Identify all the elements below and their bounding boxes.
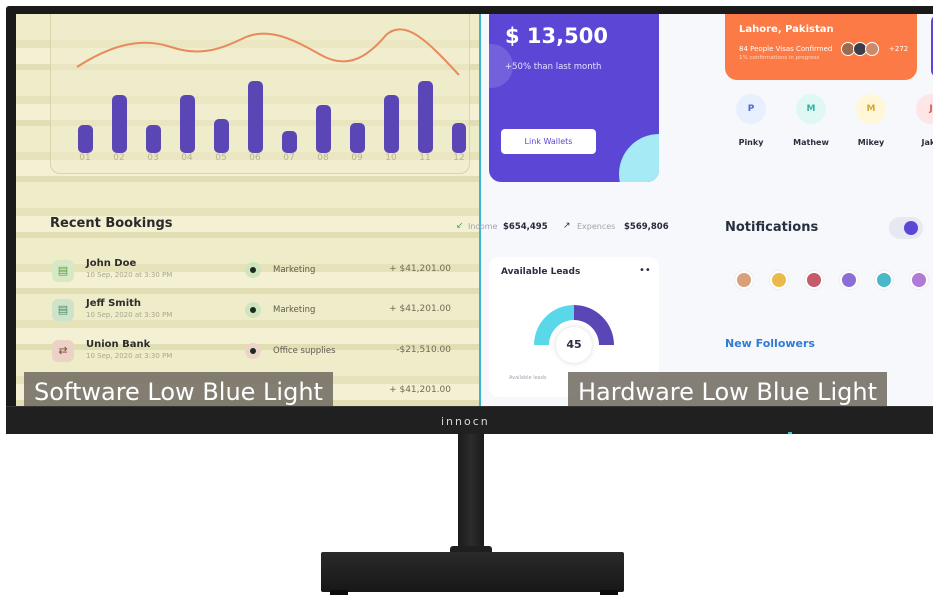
tick-label: 06 bbox=[249, 153, 261, 163]
income-label: Income bbox=[468, 222, 498, 231]
avatar[interactable] bbox=[805, 271, 823, 289]
contact-name: Mathew bbox=[793, 138, 829, 147]
tick-label: 08 bbox=[317, 153, 329, 163]
booking-category: Marketing bbox=[273, 265, 316, 275]
booking-amount: + $41,201.00 bbox=[389, 304, 451, 314]
wallet-card: $ 13,500 +50% than last month Link Walle… bbox=[489, 14, 659, 182]
chart-bar bbox=[112, 95, 127, 153]
monitor-stand-base bbox=[321, 552, 624, 592]
software-filter-panel: 01 02 03 04 05 06 07 08 09 10 11 12 Rece… bbox=[16, 14, 479, 412]
booking-name: Union Bank bbox=[86, 339, 151, 350]
chart-bar bbox=[316, 105, 331, 153]
chart-bar bbox=[452, 123, 466, 153]
location-card: Lahore, Pakistan 84 People Visas Confirm… bbox=[725, 14, 917, 80]
bank-icon: ▤ bbox=[52, 299, 74, 321]
more-count: +272 bbox=[889, 45, 909, 53]
booking-amount: + $41,201.00 bbox=[389, 264, 451, 274]
contact-name: Mikey bbox=[857, 138, 885, 147]
stand-foot bbox=[600, 590, 618, 595]
booking-name: Jeff Smith bbox=[86, 298, 142, 309]
booking-name: John Doe bbox=[86, 258, 137, 269]
recent-bookings-title: Recent Bookings bbox=[50, 216, 173, 231]
avatar[interactable] bbox=[770, 271, 788, 289]
category-dot bbox=[245, 343, 261, 359]
chart-bar bbox=[180, 95, 195, 153]
monitor-screen: 01 02 03 04 05 06 07 08 09 10 11 12 Rece… bbox=[16, 14, 933, 412]
chart-bar bbox=[384, 95, 399, 153]
tick-label: 07 bbox=[283, 153, 295, 163]
contact-pinky[interactable]: P Pinky bbox=[731, 94, 771, 147]
avatar: M bbox=[856, 94, 886, 124]
chart-bar bbox=[78, 125, 93, 153]
power-indicator bbox=[788, 432, 792, 434]
tick-label: 12 bbox=[453, 153, 465, 163]
contact-name: Pinky bbox=[738, 138, 764, 147]
wallet-decoration bbox=[619, 134, 659, 182]
tick-label: 10 bbox=[385, 153, 397, 163]
notifications-title: Notifications bbox=[725, 220, 819, 235]
booking-category: Marketing bbox=[273, 305, 316, 315]
expences-label: Expences bbox=[577, 222, 616, 231]
toggle-knob bbox=[904, 221, 918, 235]
avatar: M bbox=[796, 94, 826, 124]
arrow-up-right-icon: ↗ bbox=[563, 221, 571, 231]
stand-foot bbox=[330, 590, 348, 595]
income-value: $654,495 bbox=[503, 222, 548, 232]
trend-line bbox=[76, 28, 460, 76]
contact-mathew[interactable]: M Mathew bbox=[791, 94, 831, 147]
wallet-amount: $ 13,500 bbox=[505, 24, 608, 48]
chart-bar bbox=[282, 131, 297, 153]
donut-chart bbox=[534, 305, 614, 345]
transfer-icon: ⇄ bbox=[52, 340, 74, 362]
location-note: 1% confirmations in progress bbox=[739, 55, 820, 61]
arrow-down-left-icon: ↙ bbox=[456, 221, 464, 231]
location-subtitle: 84 People Visas Confirmed bbox=[739, 45, 833, 53]
contact-jake[interactable]: J Jake bbox=[911, 94, 933, 147]
avatar[interactable] bbox=[875, 271, 893, 289]
location-title: Lahore, Pakistan bbox=[739, 24, 834, 35]
monitor-stand-neck bbox=[458, 434, 484, 552]
booking-amount: + $41,201.00 bbox=[389, 385, 451, 395]
chart-bar bbox=[214, 119, 229, 153]
contact-mikey[interactable]: M Mikey bbox=[851, 94, 891, 147]
bar-chart-card: 01 02 03 04 05 06 07 08 09 10 11 12 bbox=[50, 14, 470, 174]
tick-label: 09 bbox=[351, 153, 363, 163]
expences-value: $569,806 bbox=[624, 222, 669, 232]
bank-icon: ▤ bbox=[52, 260, 74, 282]
tick-label: 11 bbox=[419, 153, 431, 163]
contact-name: Jake bbox=[921, 138, 933, 147]
new-followers-title: New Followers bbox=[725, 337, 815, 350]
booking-date: 10 Sep, 2020 at 3:30 PM bbox=[86, 271, 173, 279]
category-dot bbox=[245, 262, 261, 278]
booking-date: 10 Sep, 2020 at 3:30 PM bbox=[86, 311, 173, 319]
tick-label: 01 bbox=[79, 153, 91, 163]
tick-label: 04 bbox=[181, 153, 193, 163]
hardware-filter-panel: $ 13,500 +50% than last month Link Walle… bbox=[456, 14, 933, 412]
link-wallets-button[interactable]: Link Wallets bbox=[501, 129, 596, 154]
category-dot bbox=[245, 302, 261, 318]
tick-label: 05 bbox=[215, 153, 227, 163]
brand-logo: innocn bbox=[441, 415, 490, 428]
chart-bar bbox=[146, 125, 161, 153]
avatar[interactable] bbox=[840, 271, 858, 289]
booking-amount: -$21,510.00 bbox=[396, 345, 451, 355]
avatar[interactable] bbox=[910, 271, 928, 289]
wallet-change: +50% than last month bbox=[505, 62, 602, 72]
chart-bar bbox=[350, 123, 365, 153]
avatar[interactable] bbox=[735, 271, 753, 289]
avatar: P bbox=[736, 94, 766, 124]
avatar: J bbox=[916, 94, 933, 124]
booking-category: Office supplies bbox=[273, 346, 336, 356]
tick-label: 03 bbox=[147, 153, 159, 163]
tick-label: 02 bbox=[113, 153, 125, 163]
chart-bar bbox=[418, 81, 433, 153]
monitor: 01 02 03 04 05 06 07 08 09 10 11 12 Rece… bbox=[6, 6, 933, 434]
leads-count: 45 bbox=[556, 327, 592, 363]
leads-legend: Available leads bbox=[509, 375, 547, 381]
chart-bar bbox=[248, 81, 263, 153]
avatar bbox=[865, 42, 879, 56]
notifications-toggle[interactable] bbox=[889, 217, 923, 239]
booking-date: 10 Sep, 2020 at 3:30 PM bbox=[86, 352, 173, 360]
product-image: 01 02 03 04 05 06 07 08 09 10 11 12 Rece… bbox=[0, 0, 933, 595]
